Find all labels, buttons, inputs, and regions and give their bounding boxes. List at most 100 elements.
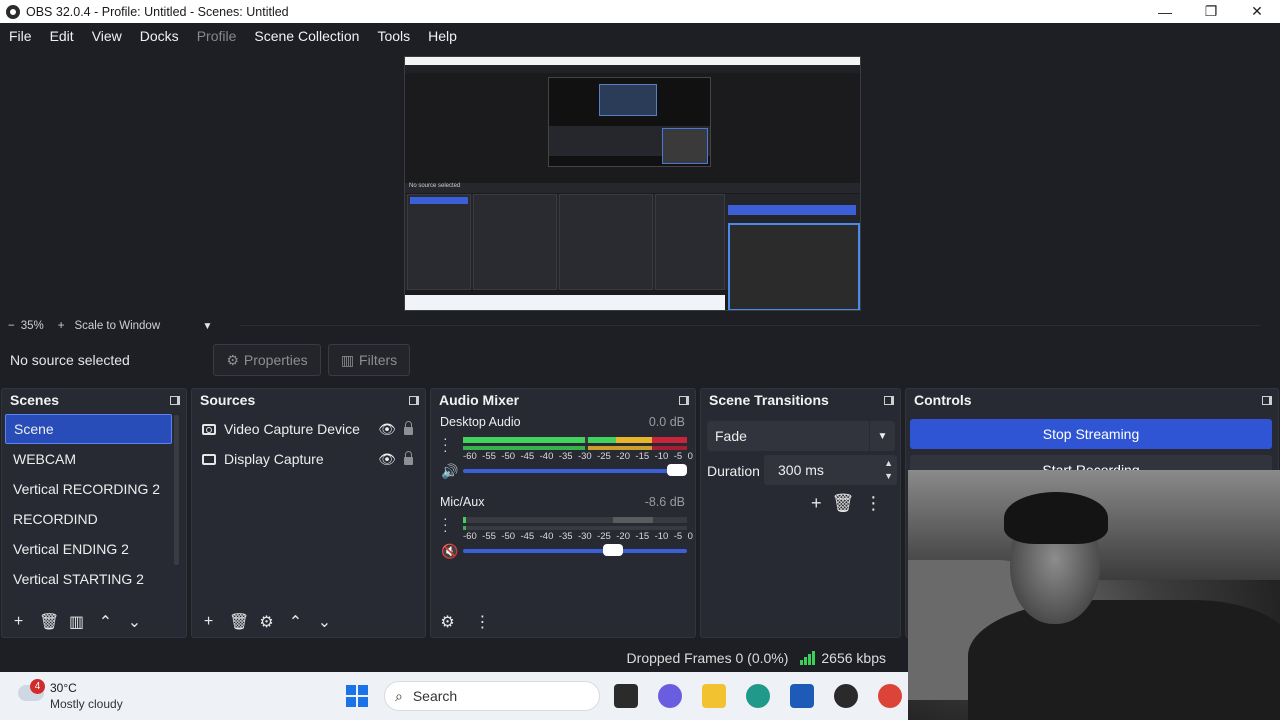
bitrate: 2656 kbps	[821, 649, 886, 666]
volume-slider[interactable]	[463, 544, 687, 556]
trash-icon[interactable]: 🗑	[39, 612, 59, 632]
scene-item[interactable]: Vertical RECORDING 2	[5, 474, 172, 504]
undock-icon[interactable]	[170, 395, 180, 405]
nested-webcam-large	[728, 223, 860, 310]
maximize-button[interactable]: ❐	[1188, 0, 1234, 23]
meter-yellow	[588, 446, 652, 450]
preview-area[interactable]: No source selected	[0, 49, 1280, 317]
store-icon[interactable]	[790, 684, 814, 708]
add-icon[interactable]: +	[10, 613, 27, 631]
trash-icon[interactable]: 🗑	[229, 612, 249, 632]
muted-speaker-icon[interactable]: 🔇	[441, 543, 458, 560]
obs-taskbar-icon[interactable]	[834, 684, 858, 708]
properties-button[interactable]: ⚙ Properties	[213, 344, 321, 376]
preview-scrollbar[interactable]	[240, 325, 1260, 326]
stop-streaming-button[interactable]: Stop Streaming	[910, 419, 1272, 449]
scale-tick: -50	[501, 451, 516, 462]
visibility-eye-icon[interactable]: 👁	[378, 421, 396, 438]
stepper-icon[interactable]: ▲ ▼	[884, 457, 893, 483]
advanced-audio-gear-icon[interactable]: ⚙	[439, 612, 456, 632]
scene-item[interactable]: WEBCAM	[5, 444, 172, 474]
search-placeholder: Search	[412, 688, 458, 704]
chevron-down-icon[interactable]: ▼	[202, 321, 212, 332]
visibility-eye-icon[interactable]: 👁	[378, 451, 396, 468]
slider-handle[interactable]	[603, 544, 623, 556]
arrow-up-icon[interactable]: ⌃	[287, 612, 304, 632]
meter-scale: -60 -55 -50 -45 -40 -35 -30 -25 -20 -15 …	[463, 531, 693, 543]
scale-mode-select[interactable]: Scale to Window	[74, 320, 202, 332]
filters-button[interactable]: ▥ Filters	[328, 344, 410, 376]
chrome-icon[interactable]	[878, 684, 902, 708]
meter-green	[463, 526, 466, 530]
speaker-icon[interactable]: 🔊	[441, 463, 458, 480]
menu-view[interactable]: View	[83, 28, 131, 44]
menu-scene-collection[interactable]: Scene Collection	[245, 28, 368, 44]
zoom-in-button[interactable]: +	[44, 320, 71, 332]
filter-icon: ▥	[340, 351, 355, 368]
undock-icon[interactable]	[679, 395, 689, 405]
meter-scale: -60 -55 -50 -45 -40 -35 -30 -25 -20 -15 …	[463, 451, 693, 463]
arrow-up-icon[interactable]: ⌃	[97, 612, 114, 632]
windows-start-icon[interactable]	[346, 685, 368, 707]
scale-tick: -40	[539, 451, 554, 462]
chevron-down-icon[interactable]: ▼	[869, 421, 895, 451]
add-icon[interactable]: +	[811, 493, 822, 514]
taskbar-search[interactable]: ⌕ Search	[384, 681, 600, 711]
scene-item[interactable]: Vertical ENDING 2	[5, 534, 172, 564]
more-vertical-icon[interactable]: · · ·	[443, 511, 448, 537]
undock-icon[interactable]	[1262, 395, 1272, 405]
controls-title: Controls	[914, 392, 972, 408]
mixer-title: Audio Mixer	[439, 392, 520, 408]
menu-tools[interactable]: Tools	[368, 28, 419, 44]
volume-slider[interactable]	[463, 464, 687, 476]
source-item[interactable]: Display Capture 👁	[192, 444, 425, 474]
task-view-icon[interactable]	[614, 684, 638, 708]
duration-spinbox[interactable]: 300 ms ▲ ▼	[764, 455, 897, 485]
webcam-person-body	[968, 600, 1280, 720]
lock-icon[interactable]	[404, 421, 413, 435]
scene-item[interactable]: Vertical STARTING 2	[5, 564, 172, 594]
nested-scenes-dock	[407, 194, 471, 290]
zoom-out-button[interactable]: −	[0, 320, 21, 332]
transition-select[interactable]: Fade ▼	[707, 421, 895, 451]
arrow-down-icon[interactable]: ⌄	[316, 612, 333, 632]
signal-bars-icon	[800, 650, 816, 665]
more-vertical-icon[interactable]: ⋮	[864, 493, 882, 514]
filter-icon[interactable]: ▥	[68, 612, 85, 632]
gear-icon[interactable]: ⚙	[258, 612, 275, 632]
scale-tick: -55	[482, 451, 496, 462]
weather-condition[interactable]: Mostly cloudy	[50, 697, 123, 711]
undock-icon[interactable]	[409, 395, 419, 405]
menu-edit[interactable]: Edit	[41, 28, 83, 44]
teams-chat-icon[interactable]	[658, 684, 682, 708]
scene-item[interactable]: RECORDIND	[5, 504, 172, 534]
file-explorer-icon[interactable]	[702, 684, 726, 708]
add-icon[interactable]: +	[200, 613, 217, 631]
menu-profile[interactable]: Profile	[188, 28, 246, 44]
monitor-icon	[202, 453, 216, 465]
menu-docks[interactable]: Docks	[131, 28, 188, 44]
minimize-button[interactable]: —	[1142, 0, 1188, 23]
menu-file[interactable]: File	[0, 28, 41, 44]
scale-tick: -45	[520, 531, 535, 542]
undock-icon[interactable]	[884, 395, 894, 405]
scene-item[interactable]: Scene	[5, 414, 172, 444]
arrow-down-icon[interactable]: ⌄	[126, 612, 143, 632]
obs-logo-icon	[6, 4, 20, 19]
edge-browser-icon[interactable]	[746, 684, 770, 708]
camera-icon	[202, 423, 216, 435]
nested-menu-bar	[405, 65, 860, 73]
trash-icon[interactable]: 🗑	[832, 493, 855, 514]
menu-help[interactable]: Help	[419, 28, 466, 44]
source-item[interactable]: Video Capture Device 👁	[192, 414, 425, 444]
weather-temperature[interactable]: 30°C	[50, 681, 77, 695]
more-vertical-icon[interactable]: · · ·	[443, 431, 448, 457]
more-vertical-icon[interactable]: ⋮	[474, 612, 491, 632]
lock-icon[interactable]	[404, 451, 413, 465]
scenes-scrollbar[interactable]	[174, 415, 179, 565]
preview-canvas[interactable]: No source selected	[404, 56, 861, 311]
close-button[interactable]: ✕	[1234, 0, 1280, 23]
transitions-header: Scene Transitions	[701, 389, 900, 411]
slider-handle[interactable]	[667, 464, 687, 476]
scenes-header: Scenes	[2, 389, 186, 411]
